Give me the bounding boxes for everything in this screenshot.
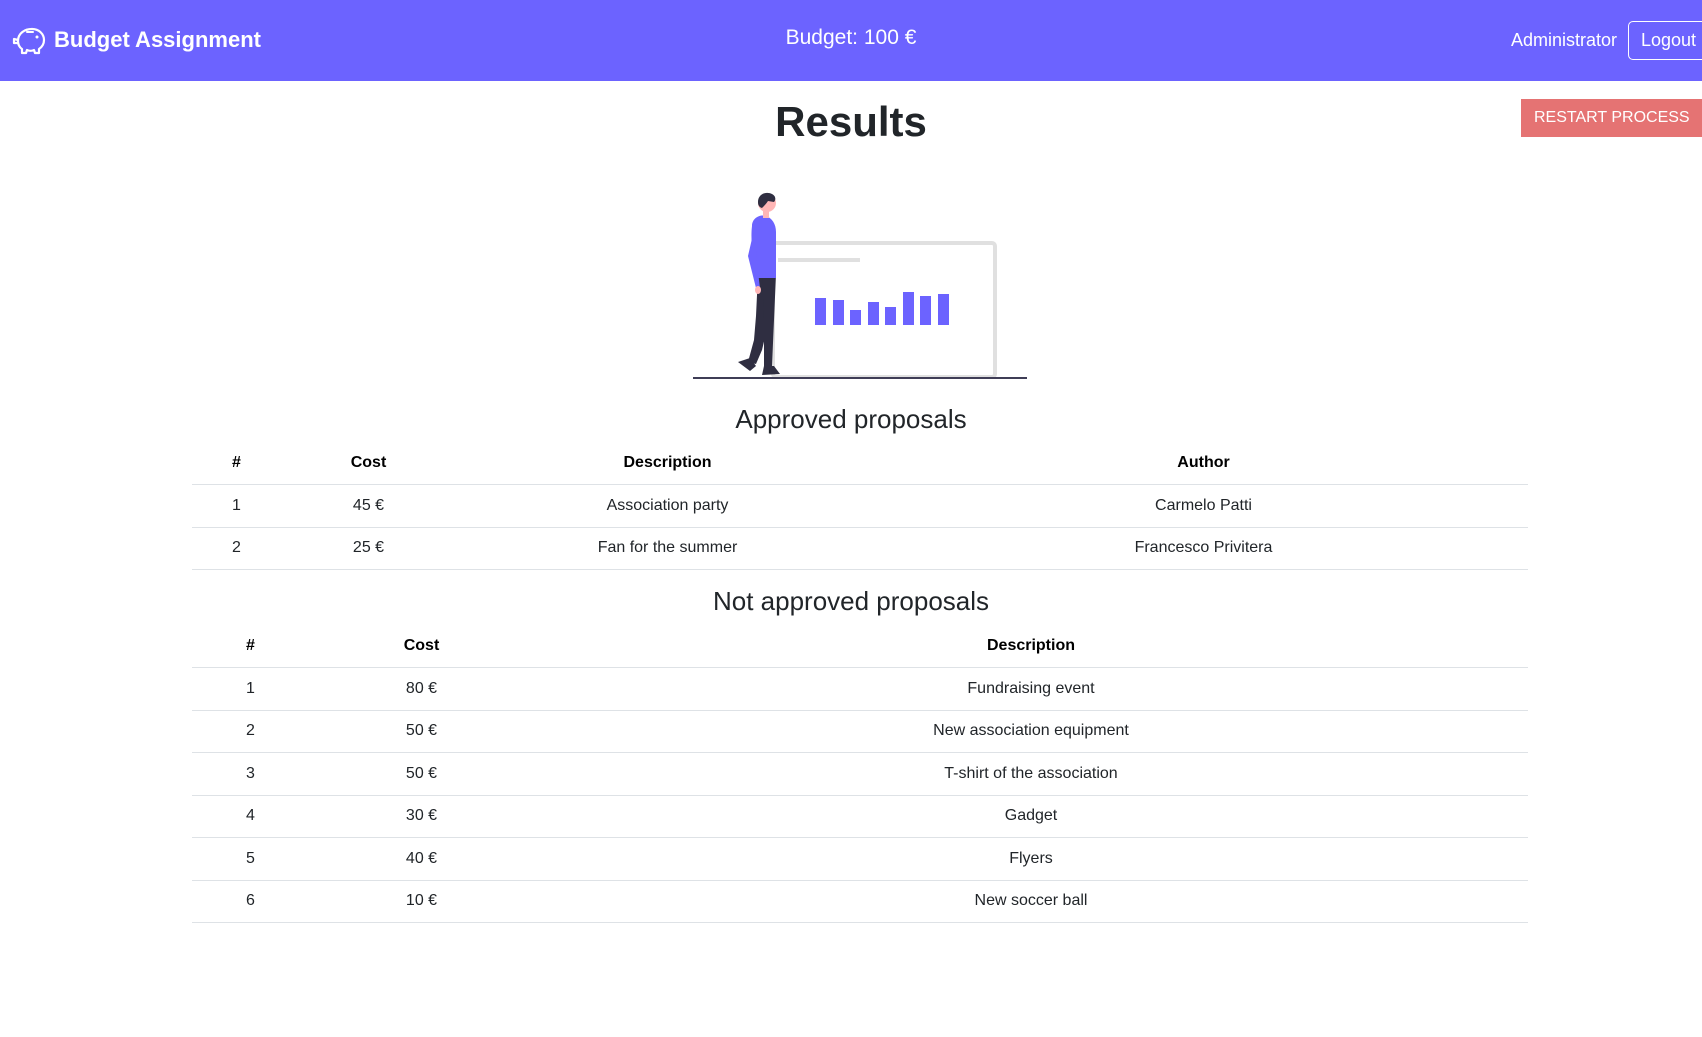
cell-number: 2: [192, 527, 281, 570]
cell-number: 4: [192, 795, 309, 838]
cell-description: New association equipment: [534, 710, 1528, 753]
table-row: 5 40 € Flyers: [192, 837, 1528, 881]
approved-proposals-title: Approved proposals: [735, 404, 967, 434]
cell-author: Carmelo Patti: [879, 484, 1528, 528]
table-row: 2 25 € Fan for the summer Francesco Priv…: [192, 527, 1528, 570]
cell-number: 1: [192, 484, 281, 528]
cell-cost: 50 €: [309, 752, 534, 796]
restart-process-button[interactable]: RESTART PROCESS: [1521, 99, 1702, 137]
table-row: 2 50 € New association equipment: [192, 710, 1528, 753]
data-presentation-illustration: [690, 190, 1030, 386]
column-header-number: #: [192, 625, 309, 668]
cell-description: New soccer ball: [534, 880, 1528, 923]
not-approved-proposals-table: # Cost Description 1 80 € Fundraising ev…: [192, 625, 1528, 923]
table-header-row: # Cost Description Author: [192, 442, 1528, 485]
not-approved-proposals-title: Not approved proposals: [712, 586, 990, 616]
table-row: 1 45 € Association party Carmelo Patti: [192, 484, 1528, 528]
logout-button[interactable]: Logout: [1628, 21, 1702, 60]
column-header-description: Description: [456, 442, 879, 485]
table-row: 6 10 € New soccer ball: [192, 880, 1528, 923]
table-row: 3 50 € T-shirt of the association: [192, 752, 1528, 796]
column-header-cost: Cost: [309, 625, 534, 668]
cell-description: Fan for the summer: [456, 527, 879, 570]
column-header-cost: Cost: [281, 442, 456, 485]
cell-description: Fundraising event: [534, 667, 1528, 711]
cell-cost: 45 €: [281, 484, 456, 528]
cell-number: 6: [192, 880, 309, 923]
cell-description: Flyers: [534, 837, 1528, 881]
cell-cost: 80 €: [309, 667, 534, 711]
cell-number: 5: [192, 837, 309, 881]
piggy-bank-icon: [12, 24, 48, 56]
brand-link[interactable]: Budget Assignment: [12, 20, 261, 60]
table-row: 1 80 € Fundraising event: [192, 667, 1528, 711]
cell-author: Francesco Privitera: [879, 527, 1528, 570]
column-header-description: Description: [534, 625, 1528, 668]
budget-display: Budget: 100 €: [785, 26, 917, 49]
column-header-number: #: [192, 442, 281, 485]
cell-cost: 30 €: [309, 795, 534, 838]
user-name: Administrator: [1511, 30, 1618, 50]
table-row: 4 30 € Gadget: [192, 795, 1528, 838]
page-title: Results: [775, 98, 927, 145]
cell-number: 2: [192, 710, 309, 753]
table-header-row: # Cost Description: [192, 625, 1528, 668]
cell-number: 1: [192, 667, 309, 711]
navbar: Budget Assignment Budget: 100 € Administ…: [0, 0, 1702, 81]
cell-cost: 25 €: [281, 527, 456, 570]
cell-number: 3: [192, 752, 309, 796]
cell-cost: 50 €: [309, 710, 534, 753]
cell-cost: 40 €: [309, 837, 534, 881]
cell-description: T-shirt of the association: [534, 752, 1528, 796]
cell-cost: 10 €: [309, 880, 534, 923]
approved-proposals-table: # Cost Description Author 1 45 € Associa…: [192, 442, 1528, 570]
column-header-author: Author: [879, 442, 1528, 485]
cell-description: Association party: [456, 484, 879, 528]
brand-title: Budget Assignment: [54, 27, 261, 52]
cell-description: Gadget: [534, 795, 1528, 838]
